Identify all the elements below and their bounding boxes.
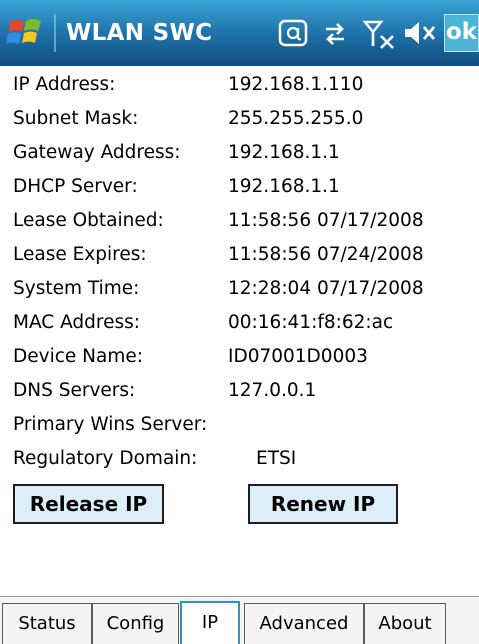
app-title: WLAN SWC: [66, 20, 213, 46]
tab-advanced[interactable]: Advanced: [244, 603, 364, 644]
connectivity-icon: [326, 23, 344, 45]
info-row-system-time: System Time: 12:28:04 07/17/2008: [0, 272, 479, 306]
info-value: 192.168.1.110: [228, 74, 364, 95]
info-label: Gateway Address:: [13, 142, 181, 163]
info-row-lease-obtained: Lease Obtained: 11:58:56 07/17/2008: [0, 204, 479, 238]
info-row-subnet-mask: Subnet Mask: 255.255.255.0: [0, 102, 479, 136]
info-label: Regulatory Domain:: [13, 448, 198, 469]
info-row-gateway-address: Gateway Address: 192.168.1.1: [0, 136, 479, 170]
windows-start-icon[interactable]: [6, 13, 46, 53]
tab-bar: Status Config IP Advanced About: [0, 596, 479, 644]
info-row-mac-address: MAC Address: 00:16:41:f8:62:ac: [0, 306, 479, 340]
at-icon: [278, 19, 308, 47]
info-value: 00:16:41:f8:62:ac: [228, 312, 394, 333]
tab-about[interactable]: About: [364, 603, 446, 644]
info-row-dns-servers: DNS Servers: 127.0.0.1: [0, 374, 479, 408]
info-row-primary-wins-server: Primary Wins Server:: [0, 408, 479, 442]
info-label: Device Name:: [13, 346, 143, 367]
renew-ip-button[interactable]: Renew IP: [248, 484, 398, 524]
info-value: 127.0.0.1: [228, 380, 317, 401]
info-label: IP Address:: [13, 74, 116, 95]
release-ip-button[interactable]: Release IP: [13, 484, 164, 524]
info-row-regulatory-domain: Regulatory Domain: ETSI: [0, 442, 479, 476]
speaker-mute-icon: [405, 22, 436, 44]
info-value: 192.168.1.1: [228, 176, 340, 197]
info-label: DNS Servers:: [13, 380, 136, 401]
info-label: Lease Expires:: [13, 244, 147, 265]
info-value: 12:28:04 07/17/2008: [228, 278, 424, 299]
info-label: DHCP Server:: [13, 176, 138, 197]
no-signal-icon: [362, 20, 394, 49]
info-label: System Time:: [13, 278, 140, 299]
info-value: ETSI: [256, 448, 297, 469]
info-label: Primary Wins Server:: [13, 414, 208, 435]
title-bar: WLAN SWC ok: [0, 0, 479, 66]
info-row-dhcp-server: DHCP Server: 192.168.1.1: [0, 170, 479, 204]
info-row-ip-address: IP Address: 192.168.1.110: [0, 68, 479, 102]
info-label: Lease Obtained:: [13, 210, 164, 231]
info-value: 11:58:56 07/24/2008: [228, 244, 424, 265]
info-label: Subnet Mask:: [13, 108, 139, 129]
info-value: ID07001D0003: [228, 346, 368, 367]
info-row-lease-expires: Lease Expires: 11:58:56 07/24/2008: [0, 238, 479, 272]
tab-config[interactable]: Config: [92, 603, 179, 644]
info-label: MAC Address:: [13, 312, 140, 333]
info-value: 192.168.1.1: [228, 142, 340, 163]
ok-button[interactable]: ok: [444, 14, 479, 52]
info-row-device-name: Device Name: ID07001D0003: [0, 340, 479, 374]
tab-status[interactable]: Status: [2, 603, 92, 644]
title-separator: [54, 14, 56, 52]
info-value: 11:58:56 07/17/2008: [228, 210, 424, 231]
info-value: 255.255.255.0: [228, 108, 364, 129]
tab-ip[interactable]: IP: [180, 601, 240, 644]
